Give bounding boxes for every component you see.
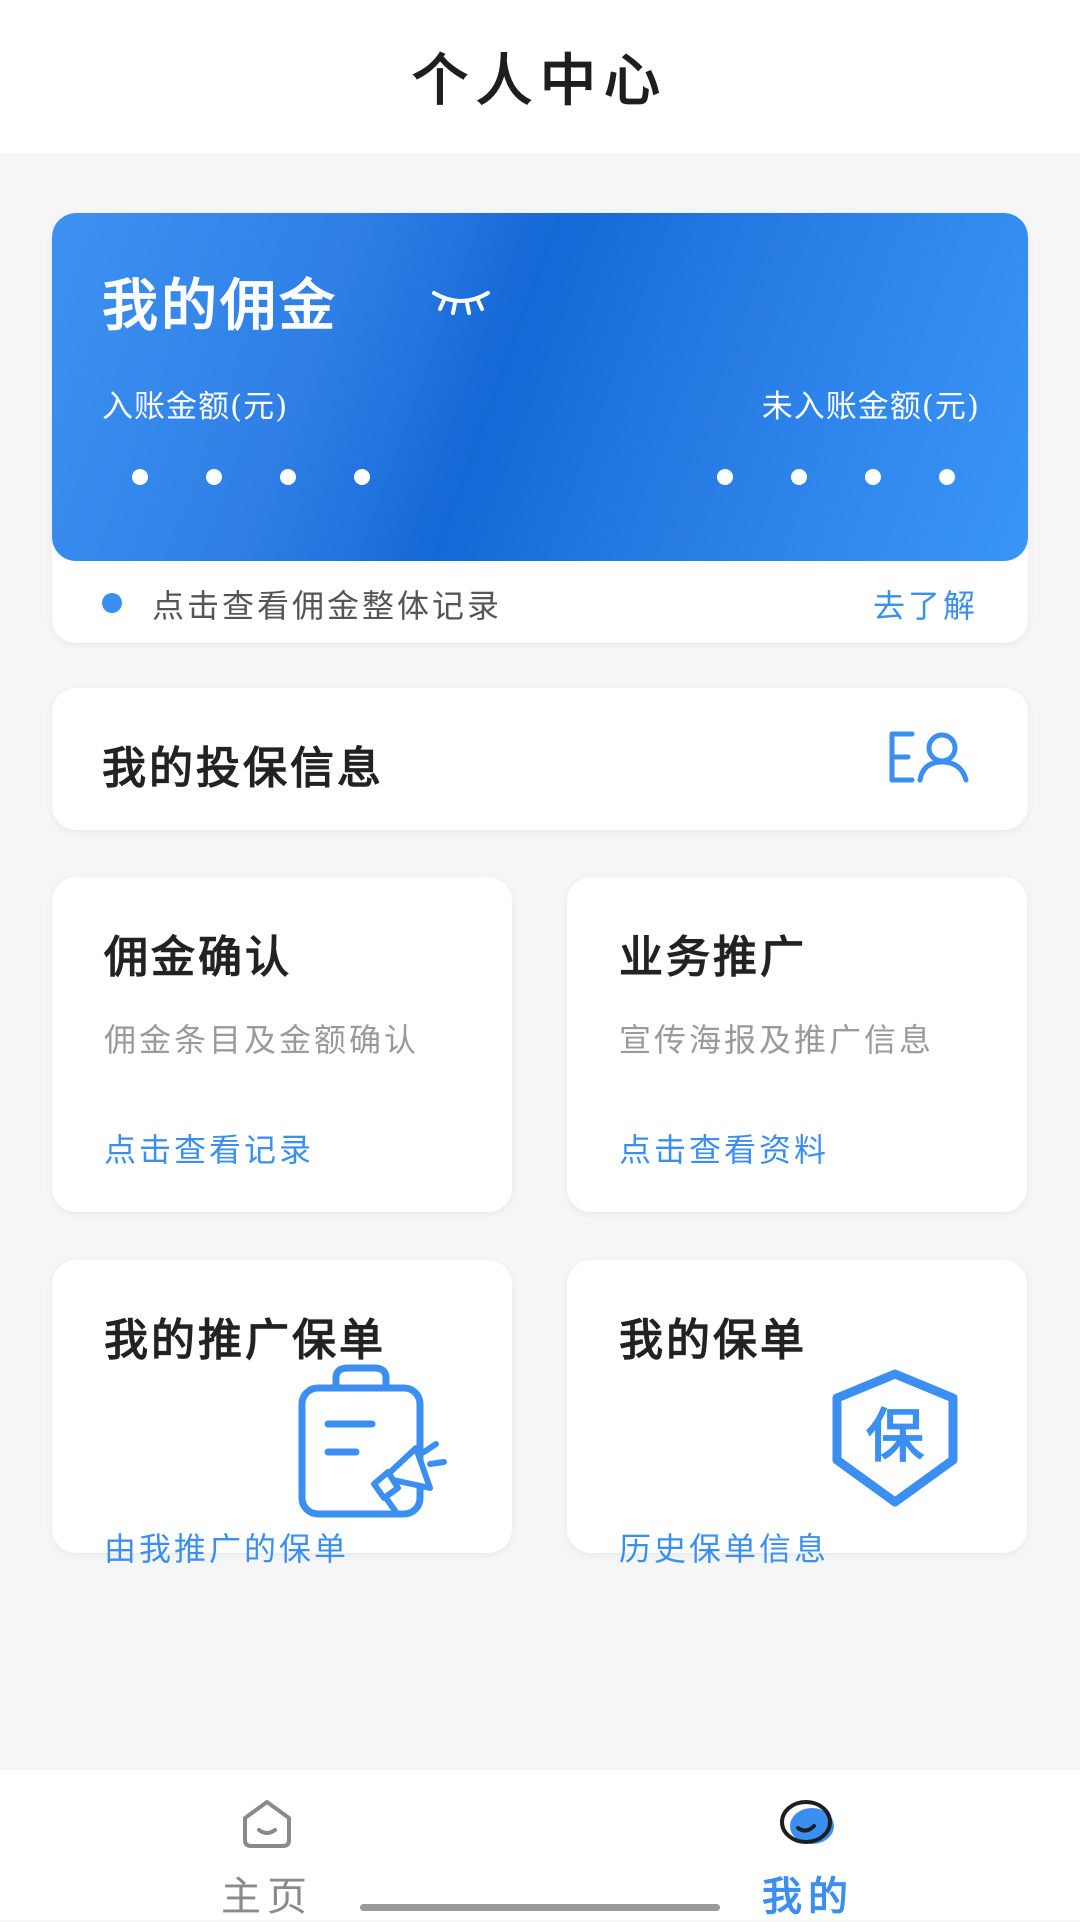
mask-dot	[865, 469, 881, 485]
view-materials-link[interactable]: 点击查看资料	[619, 1125, 829, 1171]
commission-card: 我的佣金 入账金额(元) 未入账金额(元) 点击查看佣金整体记录 去了解	[52, 213, 1028, 643]
bottom-nav: 主页 我的	[0, 1770, 1080, 1920]
card-description: 佣金条目及金额确认	[104, 1021, 420, 1059]
mask-dot	[939, 469, 955, 485]
mask-dot	[791, 469, 807, 485]
policy-history-link[interactable]: 历史保单信息	[619, 1524, 829, 1570]
card-title: 我的推广保单	[104, 1315, 386, 1366]
commission-record-row[interactable]: 点击查看佣金整体记录 去了解	[52, 561, 1028, 643]
mine-face-icon	[780, 1800, 834, 1844]
nav-label-home: 主页	[221, 1874, 313, 1920]
mask-dot	[354, 469, 370, 485]
card-title: 我的保单	[619, 1315, 807, 1366]
nav-label-mine: 我的	[762, 1873, 854, 1920]
page-title: 个人中心	[412, 48, 668, 114]
home-face-icon	[243, 1800, 291, 1848]
my-promoted-policies-card[interactable]: 我的推广保单 由我推广的保单	[52, 1260, 512, 1568]
card-title: 业务推广	[619, 932, 807, 983]
credited-amount-hidden	[132, 469, 370, 485]
commission-confirm-card[interactable]: 佣金确认 佣金条目及金额确认 点击查看记录	[52, 877, 512, 1212]
uncredited-amount-hidden	[717, 469, 955, 485]
view-records-link[interactable]: 点击查看记录	[104, 1125, 314, 1171]
mask-dot	[132, 469, 148, 485]
card-title: 佣金确认	[104, 932, 292, 983]
nav-item-home[interactable]: 主页	[167, 1770, 367, 1920]
commission-summary: 我的佣金 入账金额(元) 未入账金额(元)	[52, 213, 1028, 561]
commission-title: 我的佣金	[102, 273, 338, 339]
shield-label: 保	[866, 1402, 925, 1470]
bullet-dot	[102, 593, 122, 613]
my-policies-card[interactable]: 我的保单 历史保单信息 保	[567, 1260, 1027, 1568]
promoted-policies-link[interactable]: 由我推广的保单	[104, 1524, 349, 1570]
insurance-info-title: 我的投保信息	[102, 743, 384, 794]
nav-item-mine[interactable]: 我的	[708, 1770, 908, 1920]
profile-list-icon	[889, 731, 969, 783]
mask-dot	[206, 469, 222, 485]
shield-bao-icon: 保	[832, 1369, 958, 1507]
page-header: 个人中心	[0, 0, 1080, 153]
credited-amount-label: 入账金额(元)	[102, 389, 289, 425]
learn-more-link[interactable]: 去了解	[873, 581, 978, 627]
card-description: 宣传海报及推广信息	[619, 1021, 935, 1059]
mask-dot	[717, 469, 733, 485]
business-promotion-card[interactable]: 业务推广 宣传海报及推广信息 点击查看资料	[567, 877, 1027, 1212]
uncredited-amount-label: 未入账金额(元)	[761, 389, 980, 425]
commission-record-text: 点击查看佣金整体记录	[152, 587, 503, 625]
eye-closed-icon[interactable]	[430, 287, 492, 317]
home-indicator[interactable]	[360, 1904, 720, 1911]
mask-dot	[280, 469, 296, 485]
clipboard-megaphone-icon	[298, 1364, 447, 1518]
insurance-info-card[interactable]: 我的投保信息	[52, 688, 1028, 830]
